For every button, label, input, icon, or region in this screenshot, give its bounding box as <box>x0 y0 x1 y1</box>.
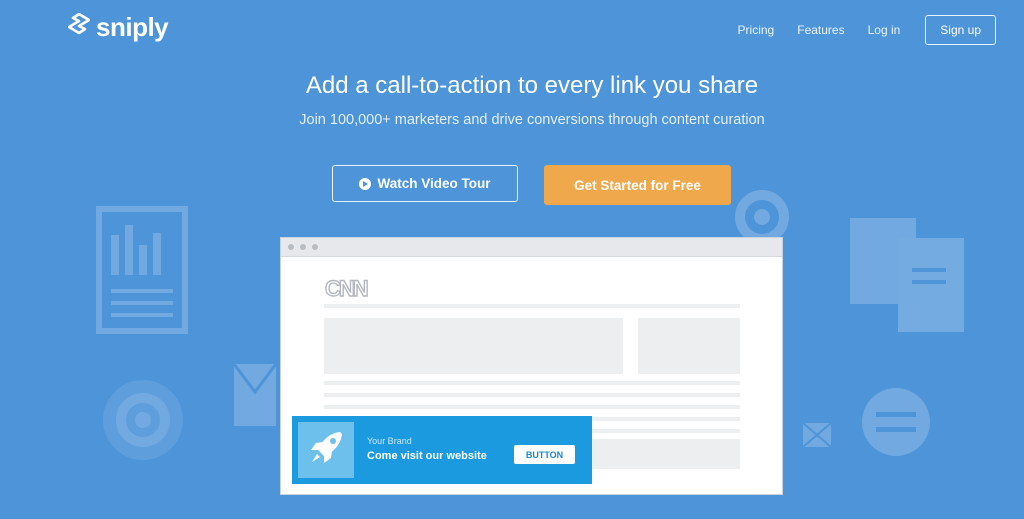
hero-headline: Add a call-to-action to every link you s… <box>305 72 759 99</box>
content-placeholder <box>324 304 740 308</box>
cta-brand: Your Brand <box>367 436 412 446</box>
cta-banner: Your Brand Come visit our website BUTTON <box>292 416 592 484</box>
content-placeholder <box>324 318 623 374</box>
cta-button[interactable]: BUTTON <box>514 445 575 464</box>
cnn-logo-text: CNN <box>325 276 368 300</box>
nav-login-link[interactable]: Log in <box>868 23 901 37</box>
sniply-logo-icon <box>67 12 91 42</box>
envelope-icon <box>802 422 832 448</box>
hero-subheadline: Join 100,000+ marketers and drive conver… <box>299 112 765 128</box>
content-placeholder <box>324 381 740 385</box>
content-placeholder <box>638 318 740 374</box>
document-chart-icon <box>95 205 190 335</box>
top-nav: Pricing Features Log in Sign up <box>715 15 996 45</box>
cnn-logo: CNN <box>324 275 376 305</box>
swap-arrows-icon <box>858 384 934 460</box>
browser-toolbar <box>281 238 782 257</box>
cta-image <box>298 422 354 478</box>
watch-video-label: Watch Video Tour <box>377 176 491 191</box>
documents-icon <box>848 212 968 334</box>
nav-pricing-link[interactable]: Pricing <box>738 23 775 37</box>
logo[interactable]: sniply <box>67 12 169 43</box>
window-dot <box>312 244 318 250</box>
content-placeholder <box>324 393 740 397</box>
play-icon <box>359 177 372 190</box>
window-dot <box>300 244 306 250</box>
logo-text: sniply <box>96 12 169 42</box>
watch-video-button[interactable]: Watch Video Tour <box>332 165 518 202</box>
cta-text: Your Brand Come visit our website <box>367 436 487 462</box>
content-placeholder <box>324 405 740 409</box>
nav-features-link[interactable]: Features <box>797 23 844 37</box>
get-started-button[interactable]: Get Started for Free <box>544 165 731 205</box>
envelope-icon <box>232 362 278 428</box>
window-dot <box>288 244 294 250</box>
cta-message: Come visit our website <box>367 450 487 462</box>
content-placeholder <box>581 439 740 469</box>
signup-button[interactable]: Sign up <box>925 15 996 45</box>
rocket-icon <box>306 428 346 473</box>
gear-icon <box>98 375 188 465</box>
